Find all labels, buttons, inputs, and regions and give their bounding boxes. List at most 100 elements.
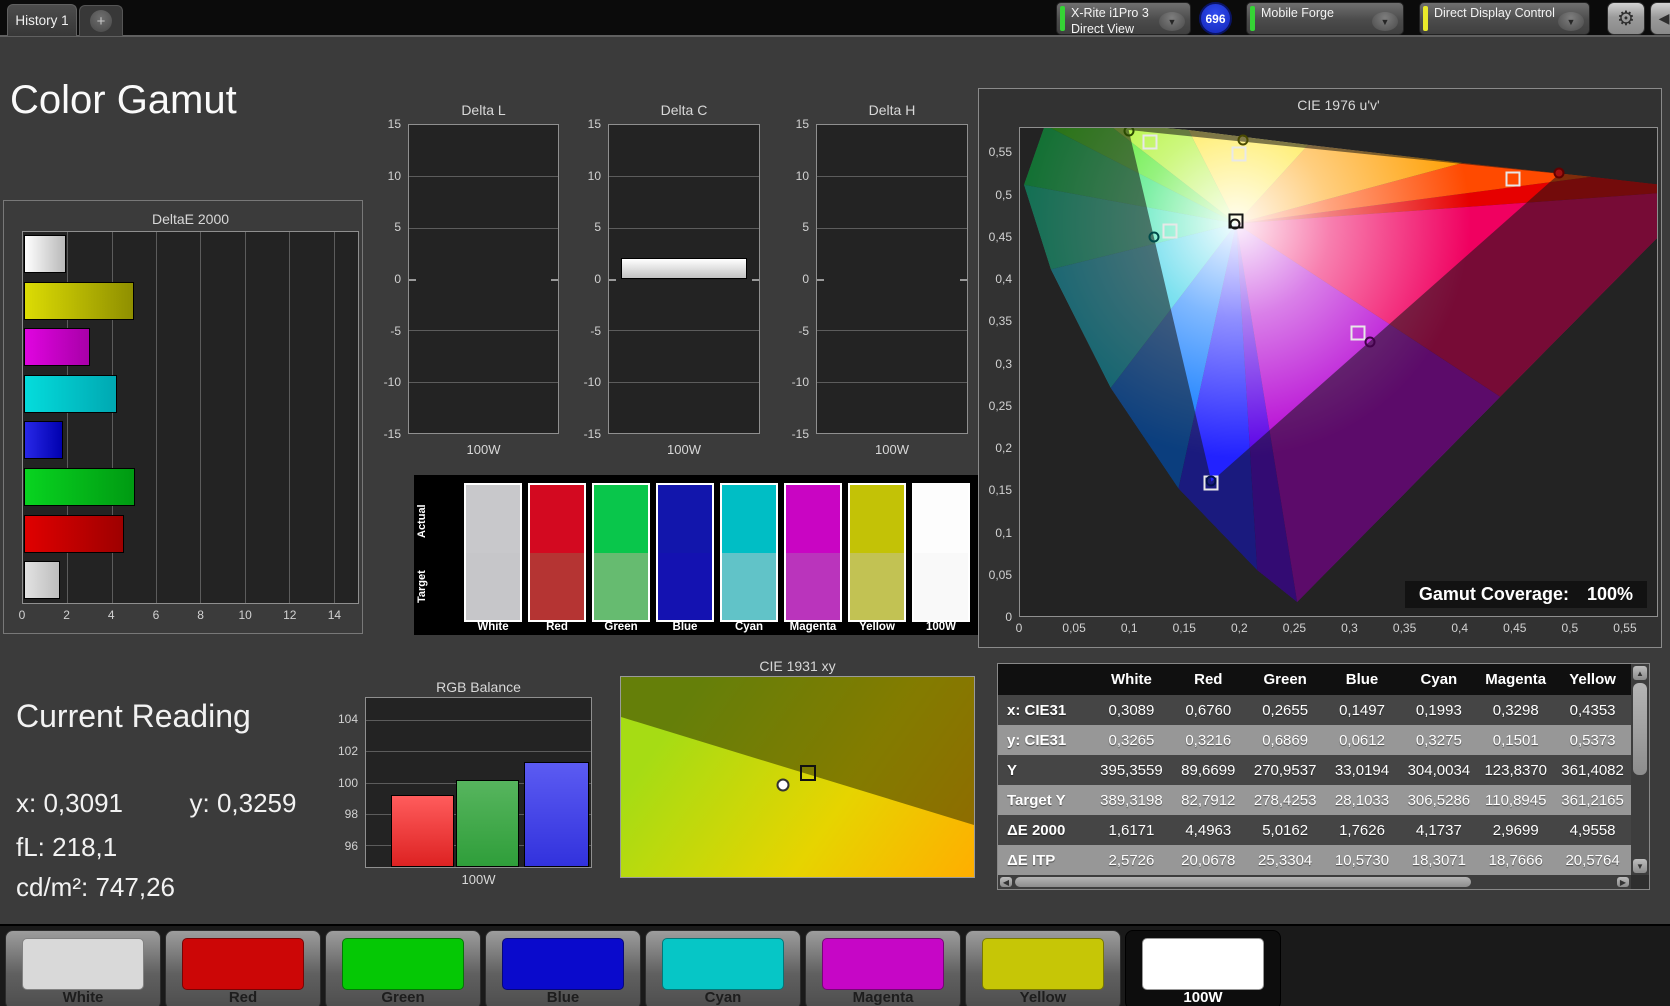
cie1976-x-axis: 0 0,05 0,1 0,15 0,2 0,25 0,3 0,35 0,4 0,45 0,5 0,55 <box>1015 621 1658 637</box>
table-cell: 10,5730 <box>1334 851 1390 869</box>
table-horizontal-scrollbar[interactable]: ◀ ▶ <box>998 875 1631 889</box>
gridline <box>200 232 202 603</box>
x-tick-label: 8 <box>197 608 204 622</box>
workflow-dropdown[interactable]: Mobile Forge ▼ <box>1246 2 1404 35</box>
deltae-bar-cyan <box>24 374 117 413</box>
scroll-down-button[interactable]: ▼ <box>1633 859 1647 873</box>
table-cell: 123,8370 <box>1484 761 1548 779</box>
gridline <box>609 381 759 383</box>
zero-tick <box>752 279 759 281</box>
add-tab-button[interactable]: + <box>79 5 123 36</box>
y-tick-label: 0,45 <box>988 229 1012 244</box>
table-cell: 0,3298 <box>1492 701 1539 719</box>
swatch-yellow <box>848 483 906 622</box>
swatch-target <box>914 552 968 620</box>
row-label: ΔE 2000 <box>1007 821 1066 839</box>
delta-l-plot <box>408 124 559 434</box>
swatch-blue <box>656 483 714 622</box>
marker-cyan-measured <box>1148 231 1160 243</box>
x-tick-label: 12 <box>283 608 297 622</box>
pattern-button-blue[interactable]: Blue <box>485 930 641 1006</box>
workflow-status-stripe <box>1250 6 1255 31</box>
swatch-label: Cyan <box>734 621 764 633</box>
zero-tick <box>609 279 616 281</box>
gridline <box>817 227 967 229</box>
swatch-label: Green <box>604 621 638 633</box>
table-cell: 278,4253 <box>1253 791 1317 809</box>
x-tick-label: 0 <box>1015 621 1023 635</box>
delta-l-x-label: 100W <box>466 442 501 457</box>
table-row: y: CIE31 0,3265 0,3216 0,6869 0,0612 0,3275 0,… <box>998 725 1631 755</box>
row-label: ΔE ITP <box>1007 851 1056 869</box>
measurement-table: White Red Green Blue Cyan Magenta Yellow x: CI… <box>997 663 1650 890</box>
gridline <box>366 751 591 753</box>
table-cell: 2,5726 <box>1108 851 1155 869</box>
x-tick-label: 0,4 <box>1451 621 1469 635</box>
chevron-down-icon: ▼ <box>1558 12 1584 31</box>
scroll-left-button[interactable]: ◀ <box>1000 877 1012 887</box>
pattern-button-magenta[interactable]: Magenta <box>805 930 961 1006</box>
gamut-coverage-label: Gamut Coverage: <box>1418 584 1569 604</box>
table-cell: 89,6699 <box>1181 761 1236 779</box>
pattern-button-red[interactable]: Red <box>165 930 321 1006</box>
table-cell: 82,7912 <box>1181 791 1236 809</box>
gridline <box>409 176 558 178</box>
delta-c-y-axis: 15 10 5 0 -5 -10 -15 <box>568 117 604 441</box>
app-window: History 1 + X-Rite i1Pro 3 Direct View ▼ … <box>0 0 1670 1006</box>
collapse-panel-button[interactable]: ◀ <box>1650 2 1670 35</box>
deltae-bar-magenta <box>24 328 90 367</box>
y-tick-label: -5 <box>798 323 809 338</box>
table-cell: 33,0194 <box>1334 761 1390 779</box>
y-tick-label: 15 <box>795 117 809 131</box>
scroll-right-button[interactable]: ▶ <box>1617 877 1629 887</box>
y-tick-label: 0,55 <box>988 145 1012 160</box>
y-tick-label: 0 <box>1005 610 1012 624</box>
pattern-button-cyan[interactable]: Cyan <box>645 930 801 1006</box>
delta-l-title: Delta L <box>461 102 506 118</box>
table-cell: 4,4963 <box>1185 821 1232 839</box>
meter-dropdown[interactable]: X-Rite i1Pro 3 Direct View ▼ <box>1056 2 1191 36</box>
table-row: Y 395,3559 89,6699 270,9537 33,0194 304,0034 1… <box>998 755 1631 785</box>
table-cell: 0,0612 <box>1339 731 1385 749</box>
deltae-bar-100w <box>24 235 66 273</box>
y-tick-label: 10 <box>795 168 809 183</box>
y-tick-label: 100 <box>337 775 358 790</box>
pattern-button-label: White <box>62 989 104 1006</box>
table-cell: 270,9537 <box>1253 761 1317 779</box>
delta-h-plot <box>816 124 968 434</box>
swatch-actual <box>658 485 712 553</box>
pattern-button-yellow[interactable]: Yellow <box>965 930 1121 1006</box>
swatch-target <box>722 552 776 620</box>
table-cell: 18,3071 <box>1411 851 1466 869</box>
pattern-button-green[interactable]: Green <box>325 930 481 1006</box>
display-control-dropdown[interactable]: Direct Display Control ▼ <box>1419 2 1590 35</box>
x-tick-label: 0,45 <box>1503 621 1527 635</box>
row-label: Y <box>1007 761 1018 779</box>
table-cell: 0,5373 <box>1569 731 1616 749</box>
table-row: x: CIE31 0,3089 0,6760 0,2655 0,1497 0,1993 0,… <box>998 695 1631 725</box>
y-tick-label: -5 <box>390 323 401 338</box>
pattern-button-white[interactable]: White <box>5 930 161 1006</box>
swatch-green <box>592 483 650 622</box>
table-row: Target Y 389,3198 82,7912 278,4253 28,1033 30… <box>998 785 1631 815</box>
settings-button[interactable]: ⚙ <box>1607 2 1645 35</box>
pattern-button-100w[interactable]: 100W <box>1125 930 1281 1006</box>
column-header-red: Red <box>1194 671 1223 688</box>
table-cell: 20,5764 <box>1565 851 1620 869</box>
horizontal-scroll-thumb[interactable] <box>1015 877 1471 887</box>
gridline <box>409 227 558 229</box>
scroll-up-button[interactable]: ▲ <box>1633 666 1647 680</box>
table-cell: 1,7626 <box>1339 821 1385 839</box>
pattern-swatch <box>502 938 624 990</box>
y-tick-label: 0,4 <box>995 272 1012 287</box>
meter-count-badge: 696 <box>1199 2 1232 35</box>
tab-history-1[interactable]: History 1 <box>7 4 77 36</box>
column-header-blue: Blue <box>1345 671 1379 688</box>
delta-c-title: Delta C <box>660 102 708 118</box>
table-vertical-scrollbar[interactable]: ▲ ▼ <box>1631 664 1649 875</box>
cie1976-y-axis: 0 0,05 0,1 0,15 0,2 0,25 0,3 0,35 0,4 0,45 0,5 0,55 <box>979 127 1015 624</box>
gamut-coverage-value: 100% <box>1586 584 1633 604</box>
vertical-scroll-thumb[interactable] <box>1633 683 1647 775</box>
marker-cyan-target <box>1162 223 1178 239</box>
swatch-actual <box>850 485 904 553</box>
